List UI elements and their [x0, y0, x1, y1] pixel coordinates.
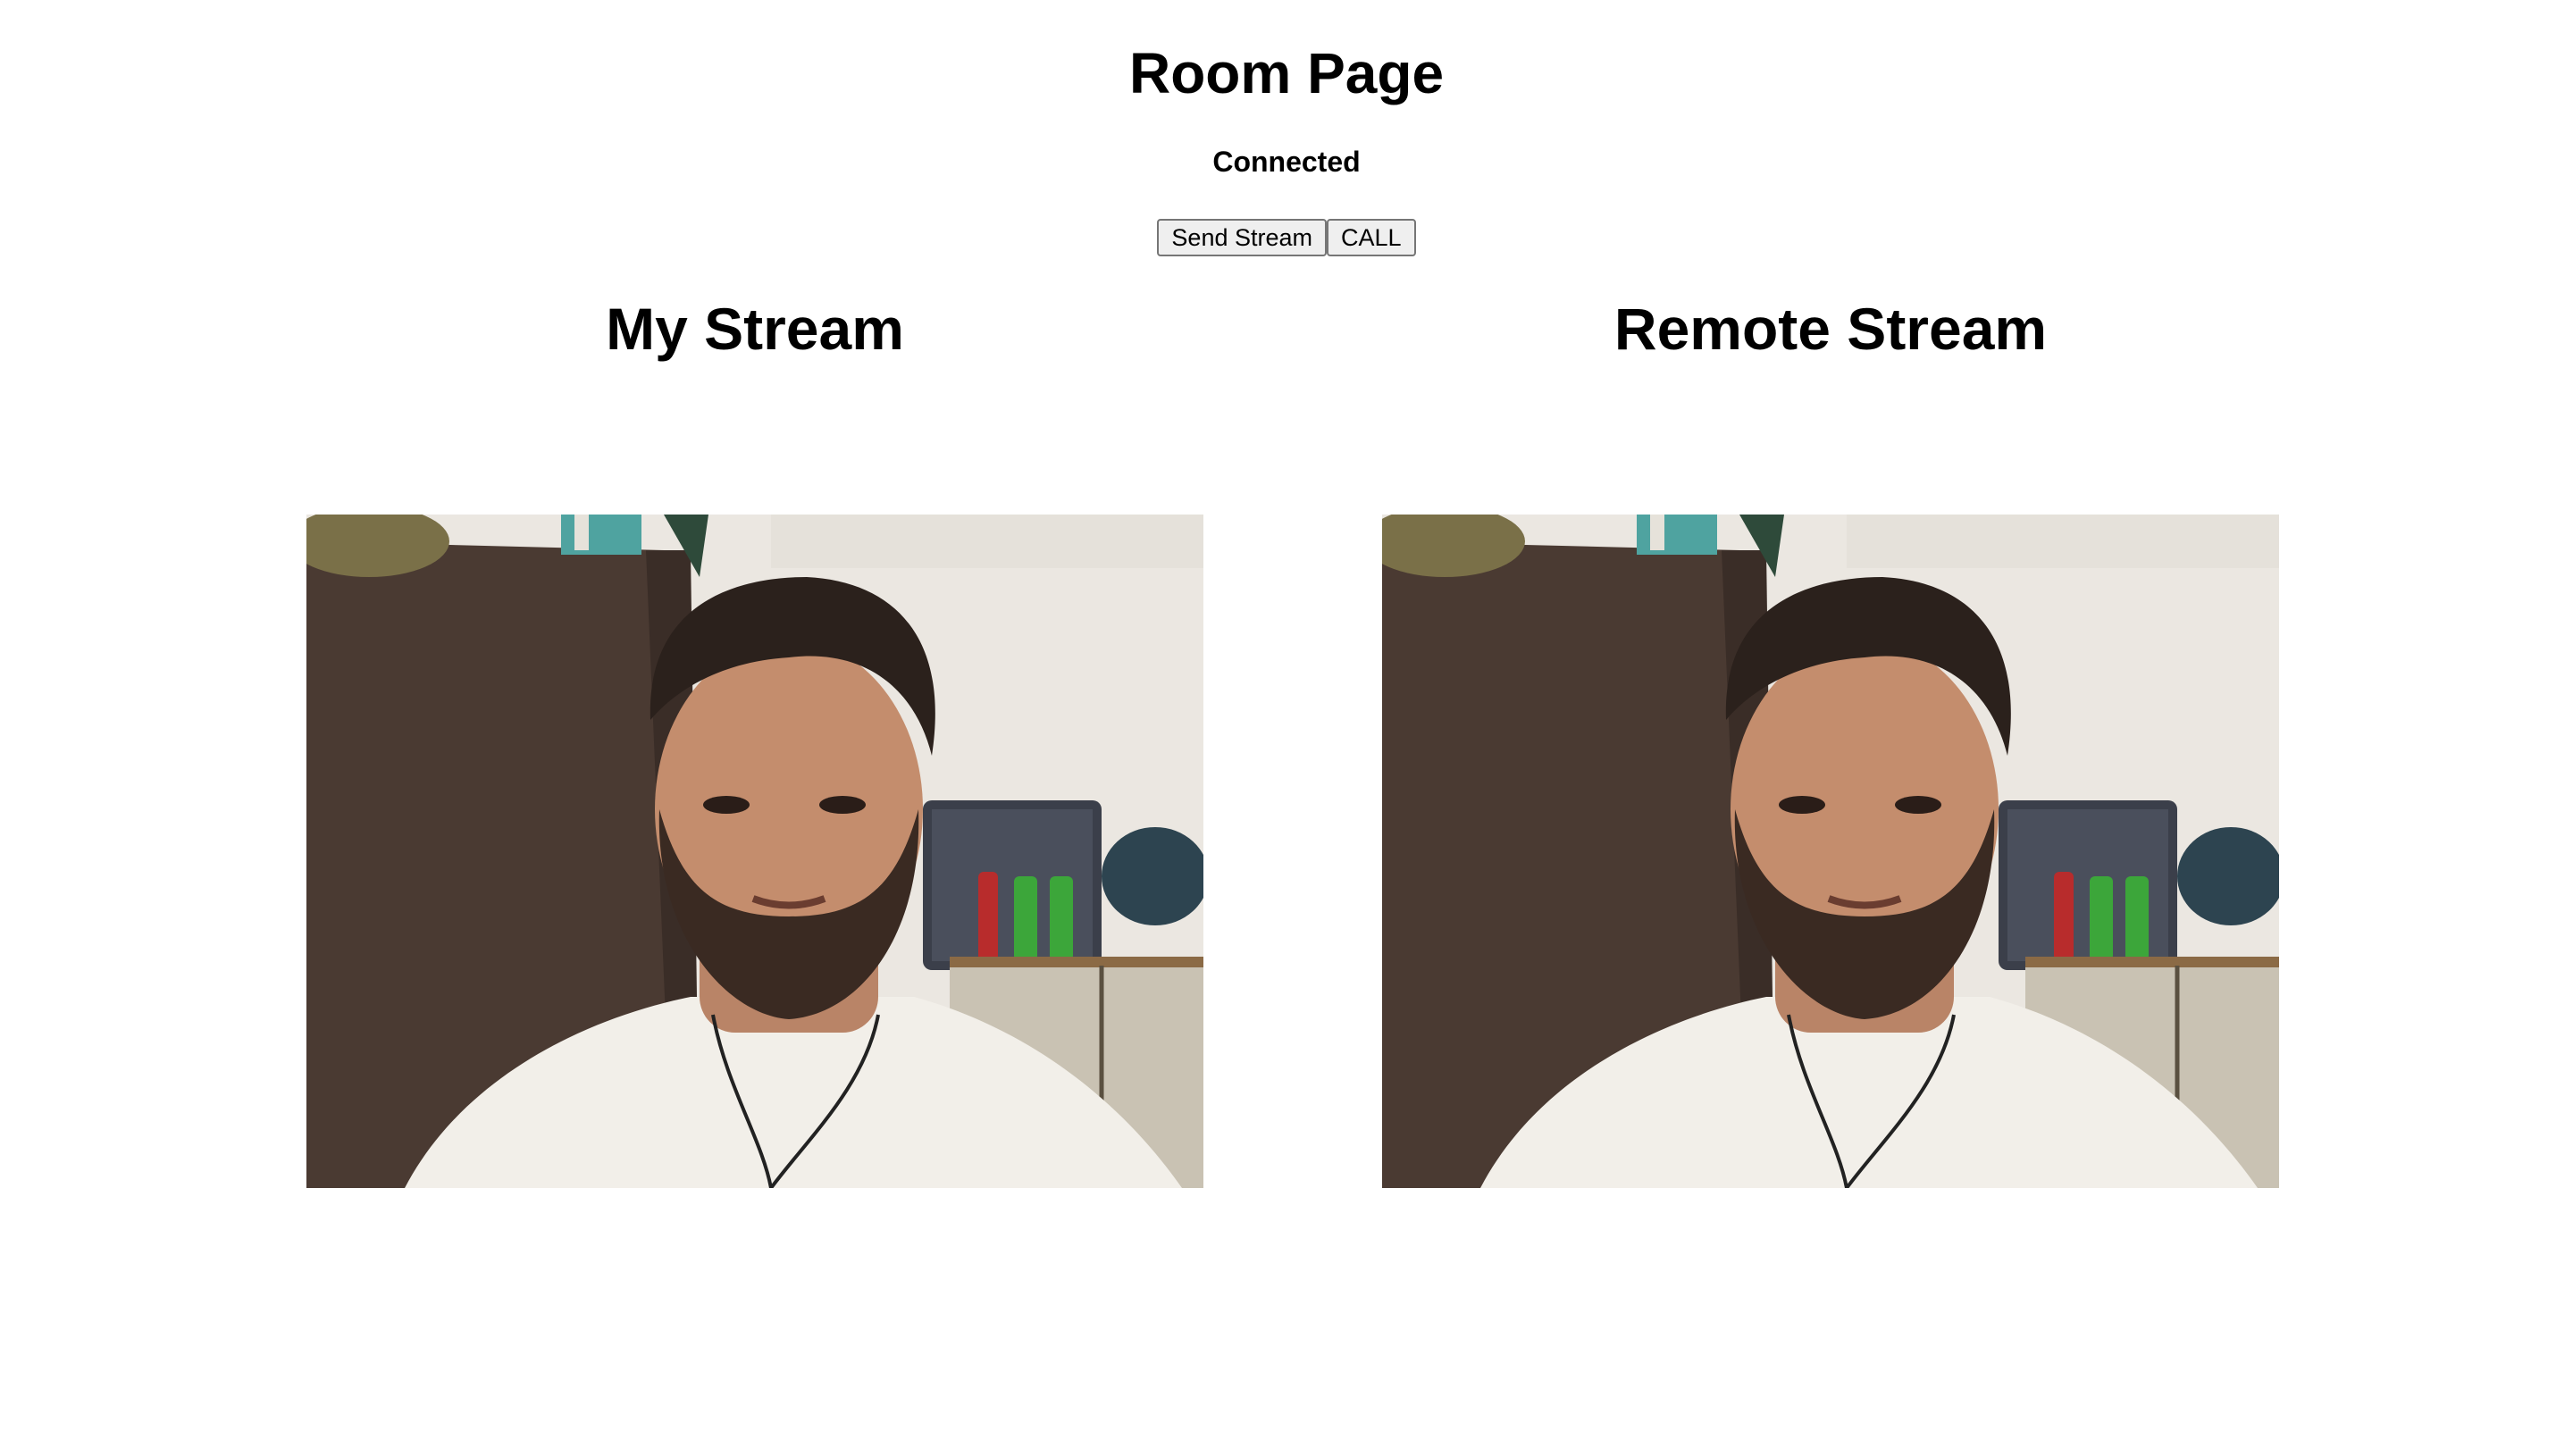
send-stream-button[interactable]: Send Stream — [1157, 219, 1328, 256]
stream-controls: Send Stream CALL — [0, 219, 2573, 256]
webcam-frame-illustration — [306, 515, 1203, 1188]
remote-stream-heading: Remote Stream — [1613, 296, 2048, 362]
page-title: Room Page — [1128, 41, 1445, 105]
my-stream-heading: My Stream — [606, 296, 904, 362]
connection-status: Connected — [1212, 146, 1361, 178]
room-page: Room Page Connected Send Stream CALL My … — [0, 0, 2573, 1456]
remote-stream-video[interactable] — [1382, 515, 2279, 1188]
my-stream-video[interactable] — [306, 515, 1203, 1188]
webcam-frame-illustration — [1382, 515, 2279, 1188]
call-button[interactable]: CALL — [1327, 219, 1416, 256]
